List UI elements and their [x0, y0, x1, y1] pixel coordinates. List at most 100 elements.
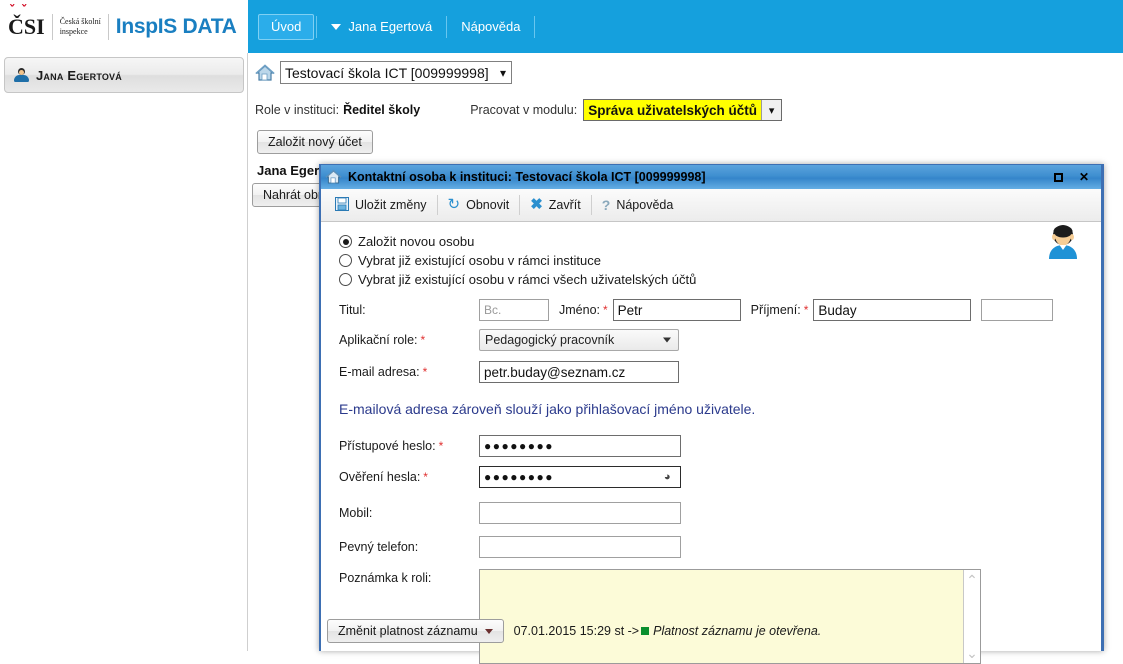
dialog-body: Založit novou osobu Vybrat již existujíc…	[321, 222, 1101, 664]
sidebar-user-panel[interactable]: Jana Egertová	[4, 57, 244, 93]
save-changes-button[interactable]: Uložit změny	[327, 194, 435, 217]
refresh-button[interactable]: ↻ Obnovit	[440, 195, 518, 215]
nav-tab-list: Úvod Jana Egertová Nápověda	[248, 0, 1123, 53]
close-x-icon: ✖	[530, 196, 543, 213]
refresh-icon: ↻	[447, 196, 461, 213]
radio-existing-all-accounts[interactable]: Vybrat již existující osobu v rámci všec…	[339, 270, 1101, 289]
password-confirm-value: ●●●●●●●●	[484, 470, 554, 484]
chevron-down-icon	[484, 628, 493, 634]
note-textarea[interactable]: ⌃ ⌄	[479, 569, 981, 664]
nav-tab-help-label: Nápověda	[461, 18, 521, 34]
csi-subtitle-line1: Česká školní	[59, 17, 101, 26]
jmeno-input[interactable]: Petr	[612, 299, 741, 321]
csi-subtitle-line2: inspekce	[59, 27, 88, 36]
password-confirm-input[interactable]: ●●●●●●●● ◕	[479, 466, 681, 488]
brand-logo: ˇˇ ČSI Česká školní inspekce InspIS DATA	[8, 4, 240, 44]
prijmeni-input[interactable]: Buday	[813, 299, 972, 321]
required-marker: *	[420, 333, 426, 347]
chevron-down-icon[interactable]: ⌄	[966, 646, 978, 660]
app-role-select[interactable]: Pedagogický pracovník	[479, 329, 679, 351]
save-icon	[335, 196, 349, 214]
user-avatar-large-icon	[1043, 224, 1083, 260]
mobile-row: Mobil:	[339, 500, 1101, 526]
module-select-wrapper: Správa uživatelských účtů ▾	[583, 99, 783, 121]
dialog-footer: Změnit platnost záznamu 07.01.2015 15:29…	[327, 619, 821, 643]
password-confirm-label-wrap: Ověření hesla: *	[339, 470, 479, 484]
radio-new-person-label: Založit novou osobu	[358, 234, 475, 249]
top-nav-bar: Úvod Jana Egertová Nápověda	[248, 0, 1123, 53]
help-label: Nápověda	[616, 198, 674, 212]
chevron-down-icon	[331, 23, 342, 30]
radio-new-person[interactable]: Založit novou osobu	[339, 232, 1101, 251]
chevron-up-icon[interactable]: ⌃	[966, 573, 978, 587]
nav-tab-user[interactable]: Jana Egertová	[319, 14, 444, 40]
name-fields-row: Titul: Bc. Jméno: * Petr Příjmení: * Bud…	[339, 297, 1101, 323]
sidebar-content	[0, 97, 247, 651]
close-button[interactable]: ✖ Zavřít	[522, 195, 589, 215]
institution-select[interactable]: Testovací škola ICT [009999998]	[280, 61, 512, 84]
radio-button-icon	[339, 273, 352, 286]
app-name: InspIS DATA	[115, 15, 237, 38]
nav-tab-help[interactable]: Nápověda	[449, 14, 532, 40]
phone-input[interactable]	[479, 536, 681, 558]
note-scrollbar[interactable]: ⌃ ⌄	[963, 570, 980, 663]
nav-tab-uvod-label: Úvod	[271, 18, 302, 34]
chevron-down-icon	[663, 337, 671, 343]
csi-subtitle: Česká školní inspekce	[60, 17, 101, 37]
help-button[interactable]: ? Nápověda	[594, 195, 682, 215]
validity-status-text: Platnost záznamu je otevřena.	[653, 624, 822, 638]
required-marker: *	[603, 303, 608, 317]
role-value: Ředitel školy	[343, 103, 421, 117]
required-marker: *	[422, 365, 428, 379]
nav-separator-2	[446, 15, 448, 38]
validity-timestamp: 07.01.2015 15:29 st ->	[513, 624, 640, 638]
toolbar-separator-3	[590, 195, 592, 215]
note-label: Poznámka k roli:	[339, 571, 432, 585]
email-label-wrap: E-mail adresa: *	[339, 365, 479, 379]
titul-za-jmenem-input[interactable]	[981, 299, 1054, 321]
change-validity-button[interactable]: Změnit platnost záznamu	[327, 619, 504, 643]
nav-tab-uvod[interactable]: Úvod	[258, 13, 315, 40]
password-confirm-label: Ověření hesla:	[339, 470, 421, 484]
titul-input[interactable]: Bc.	[479, 299, 549, 321]
home-institution-icon	[255, 63, 275, 82]
dialog-titlebar[interactable]: Kontaktní osoba k instituci: Testovací š…	[321, 165, 1101, 189]
mobile-input[interactable]	[479, 502, 681, 524]
password-input[interactable]: ●●●●●●●●	[479, 435, 681, 457]
radio-existing-in-institution[interactable]: Vybrat již existující osobu v rámci inst…	[339, 251, 1101, 270]
required-marker: *	[438, 439, 444, 453]
app-role-row: Aplikační role: * Pedagogický pracovník	[339, 327, 1101, 353]
change-validity-label: Změnit platnost záznamu	[338, 624, 478, 638]
note-row: Poznámka k roli: ⌃ ⌄	[339, 569, 1101, 664]
email-input[interactable]: petr.buday@seznam.cz	[479, 361, 679, 383]
sidebar: Jana Egertová	[0, 53, 248, 651]
dialog-title: Kontaktní osoba k instituci: Testovací š…	[348, 170, 706, 184]
refresh-label: Obnovit	[466, 198, 510, 212]
radio-existing-in-institution-label: Vybrat již existující osobu v rámci inst…	[358, 253, 601, 268]
password-row: Přístupové heslo: * ●●●●●●●●	[339, 433, 1101, 459]
toolbar-separator-1	[436, 195, 438, 215]
csi-caron-marks: ˇˇ	[9, 4, 28, 19]
prijmeni-label: Příjmení:	[750, 303, 801, 317]
nav-separator-3	[534, 15, 536, 38]
nav-tab-user-label: Jana Egertová	[348, 18, 433, 34]
email-label: E-mail adresa:	[339, 365, 420, 379]
maximize-icon[interactable]	[1045, 167, 1071, 187]
titul-label: Titul:	[339, 303, 366, 317]
validity-status: 07.01.2015 15:29 st -> Platnost záznamu …	[514, 624, 822, 638]
toolbar-separator-2	[519, 195, 521, 215]
note-textarea-value	[480, 570, 963, 663]
email-note-text: E-mailová adresa zároveň slouží jako při…	[339, 401, 756, 417]
status-marker-icon	[641, 627, 650, 635]
password-label-wrap: Přístupové heslo: *	[339, 439, 479, 453]
close-icon[interactable]: ✕	[1071, 167, 1097, 187]
mobile-label: Mobil:	[339, 506, 373, 520]
module-select[interactable]: Správa uživatelských účtů	[583, 99, 783, 121]
app-role-value: Pedagogický pracovník	[485, 333, 615, 347]
reveal-password-icon[interactable]: ◕	[664, 471, 672, 483]
jmeno-label: Jméno:	[559, 303, 600, 317]
required-marker: *	[423, 470, 428, 484]
password-confirm-row: Ověření hesla: * ●●●●●●●● ◕	[339, 464, 1101, 490]
new-account-button[interactable]: Založit nový účet	[257, 130, 373, 154]
app-role-label-wrap: Aplikační role: *	[339, 333, 479, 347]
